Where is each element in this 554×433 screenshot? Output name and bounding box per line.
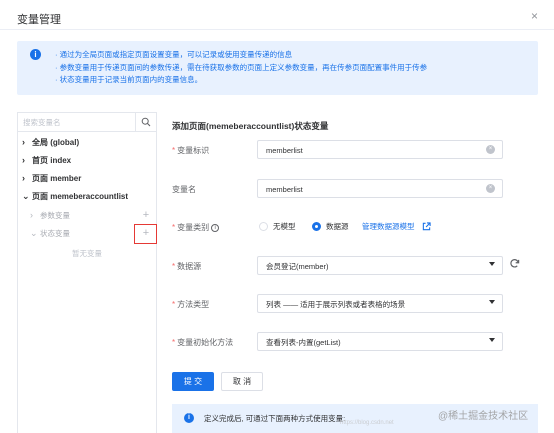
category-label: * 变量类别 i <box>172 222 220 233</box>
clear-icon[interactable]: × <box>486 184 495 193</box>
name-input[interactable] <box>266 183 466 195</box>
required-mark: * <box>172 223 176 232</box>
clear-icon[interactable]: × <box>486 145 495 154</box>
required-mark: * <box>172 338 176 347</box>
form-title: 添加页面(memeberaccountlist)状态变量 <box>172 121 329 131</box>
init-method-select[interactable]: 查看列表-内置(getList) <box>257 332 503 351</box>
label-text: 方法类型 <box>177 300 210 309</box>
radio-label: 数据源 <box>326 222 349 231</box>
info-icon: i <box>184 413 194 423</box>
caret-down-icon <box>489 300 495 304</box>
chevron-right-icon: › <box>22 137 25 147</box>
caret-down-icon <box>489 338 495 342</box>
label-text: 变量名 <box>172 185 196 194</box>
tree-node-label: 全局 (global) <box>32 138 80 147</box>
tree-node-memeberaccountlist[interactable]: ⌄ 页面 memeberaccountlist <box>18 189 156 205</box>
caret-down-icon <box>489 262 495 266</box>
datasource-label: * 数据源 <box>172 261 201 272</box>
method-select[interactable]: 列表 —— 适用于展示列表或者表格的场景 <box>257 294 503 313</box>
identifier-field[interactable]: × <box>257 140 503 159</box>
method-label: * 方法类型 <box>172 299 209 310</box>
search-input[interactable] <box>23 116 128 129</box>
help-icon[interactable]: i <box>211 223 220 232</box>
select-value: 查看列表-内置(getList) <box>266 338 341 347</box>
usage-tip-text: 定义完成后, 可通过下面两种方式使用变量: <box>204 414 346 423</box>
chevron-right-icon: › <box>30 210 33 220</box>
info-line: · 通过为全局页面或指定页面设置变量，可以记录或使用变量传递的信息 <box>55 50 293 59</box>
external-link-icon[interactable] <box>422 222 431 231</box>
variable-tree-pane: › 全局 (global) › 首页 index › 页面 member ⌄ 页… <box>17 112 157 433</box>
tree-node-label: 参数变量 <box>40 211 70 220</box>
info-line: · 参数变量用于传递页面间的参数传递，需在待获取参数的页面上定义参数变量，再在传… <box>55 62 428 72</box>
title-divider <box>0 29 554 30</box>
search-icon[interactable] <box>141 117 151 127</box>
empty-state-text: 暂无变量 <box>72 249 102 258</box>
refresh-icon[interactable] <box>509 258 520 269</box>
tree-node-label: 状态变量 <box>40 229 70 238</box>
close-icon[interactable]: × <box>531 10 538 22</box>
chevron-down-icon: ⌄ <box>30 228 38 238</box>
datasource-select[interactable]: 会员登记(member) <box>257 256 503 275</box>
tree-node-global[interactable]: › 全局 (global) <box>18 135 156 151</box>
cancel-button[interactable]: 取 消 <box>221 372 263 391</box>
highlight-box <box>134 224 157 244</box>
watermark-url: https://blog.csdn.net <box>340 420 394 426</box>
manage-datasource-model-link[interactable]: 管理数据源模型 <box>362 221 415 232</box>
info-line: · 状态变量用于记录当前页面内的变量信息。 <box>55 75 203 84</box>
tree-node-label: 首页 index <box>32 156 72 165</box>
tree-node-index[interactable]: › 首页 index <box>18 153 156 169</box>
label-text: 变量标识 <box>177 146 210 155</box>
init-method-label: * 变量初始化方法 <box>172 337 233 348</box>
submit-button[interactable]: 提 交 <box>172 372 214 391</box>
add-param-variable-button[interactable]: + <box>140 209 152 221</box>
required-mark: * <box>172 146 176 155</box>
search-divider <box>135 113 136 132</box>
radio-circle <box>259 222 268 231</box>
name-label: 变量名 <box>172 184 196 195</box>
info-banner: i · 通过为全局页面或指定页面设置变量，可以记录或使用变量传递的信息 · 参数… <box>17 41 538 95</box>
required-mark: * <box>172 300 176 309</box>
label-text: 数据源 <box>177 262 202 271</box>
info-icon: i <box>30 49 41 60</box>
select-value: 会员登记(member) <box>266 262 329 271</box>
radio-circle-checked <box>312 222 321 231</box>
tree-node-param-vars[interactable]: › 参数变量 + <box>18 208 156 224</box>
radio-label: 无模型 <box>273 222 296 231</box>
name-field[interactable]: × <box>257 179 503 198</box>
tree-node-label: 页面 member <box>32 174 82 183</box>
identifier-input[interactable] <box>266 144 466 156</box>
tree-node-label: 页面 memeberaccountlist <box>32 192 129 201</box>
info-text: · 通过为全局页面或指定页面设置变量，可以记录或使用变量传递的信息 · 参数变量… <box>55 49 427 87</box>
dialog-title: 变量管理 <box>17 14 61 26</box>
identifier-label: * 变量标识 <box>172 145 209 156</box>
chevron-right-icon: › <box>22 155 25 165</box>
watermark: @稀土掘金技术社区 <box>438 411 529 422</box>
chevron-down-icon: ⌄ <box>22 191 30 201</box>
label-text: 变量类别 <box>177 223 210 232</box>
tree-node-member[interactable]: › 页面 member <box>18 171 156 187</box>
search-box <box>18 113 156 132</box>
required-mark: * <box>172 262 176 271</box>
chevron-right-icon: › <box>22 173 25 183</box>
label-text: 变量初始化方法 <box>177 338 234 347</box>
select-value: 列表 —— 适用于展示列表或者表格的场景 <box>266 300 406 309</box>
